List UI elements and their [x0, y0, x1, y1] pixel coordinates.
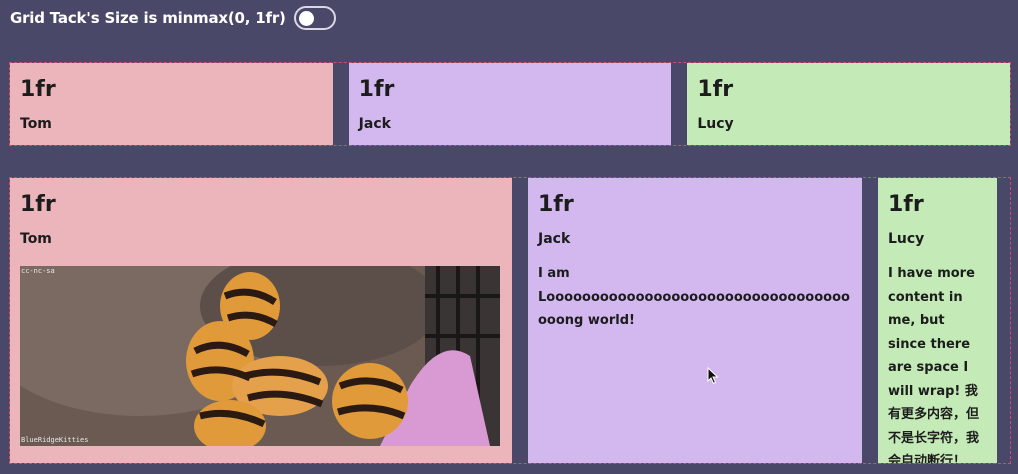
card-size: 1fr	[697, 77, 734, 102]
card-lucy: 1fr Lucy I have more content in me, but …	[878, 178, 997, 463]
kitten-image: cc-nc-sa BlueRidgeKitties	[20, 266, 500, 446]
grid-top: 1fr Tom 1fr Jack 1fr Lucy	[9, 62, 1011, 146]
card-tom: 1fr Tom	[10, 63, 333, 145]
card-size: 1fr	[538, 192, 574, 217]
header: Grid Tack's Size is minmax(0, 1fr)	[10, 4, 336, 32]
card-name: Jack	[538, 231, 571, 247]
card-jack: 1fr Jack	[348, 63, 672, 145]
card-size: 1fr	[20, 77, 56, 102]
image-license-label: cc-nc-sa	[21, 267, 55, 275]
mouse-cursor-icon	[707, 367, 719, 385]
card-text: I am Loooooooooooooooooooooooooooooooooo…	[538, 266, 850, 328]
page-title: Grid Tack's Size is minmax(0, 1fr)	[10, 9, 286, 27]
minmax-toggle[interactable]	[293, 6, 336, 30]
card-jack: 1fr Jack I am Looooooooooooooooooooooooo…	[528, 178, 862, 463]
card-tom: 1fr Tom	[10, 178, 512, 463]
card-name: Lucy	[697, 116, 734, 132]
card-size: 1fr	[358, 77, 395, 102]
card-name: Tom	[20, 116, 52, 132]
card-name: Tom	[20, 231, 52, 247]
card-lucy: 1fr Lucy	[687, 63, 1011, 145]
grid-bottom: 1fr Tom cc-nc-sa BlueRidgeKitties 1fr Ja…	[9, 177, 1011, 464]
card-name: Jack	[358, 116, 391, 132]
toggle-knob	[298, 11, 314, 26]
card-size: 1fr	[20, 192, 56, 217]
image-credit-label: BlueRidgeKitties	[21, 436, 89, 444]
card-size: 1fr	[888, 192, 924, 217]
card-text: I have more content in me, but since the…	[888, 266, 980, 463]
card-name: Lucy	[888, 231, 925, 247]
